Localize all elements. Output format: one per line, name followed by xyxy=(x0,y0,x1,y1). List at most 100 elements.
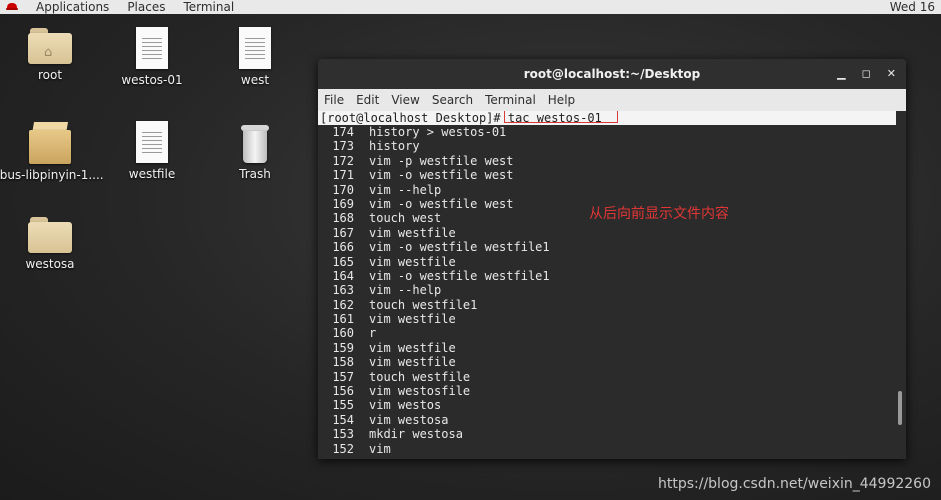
scrollbar-thumb[interactable] xyxy=(898,391,902,425)
menu-help[interactable]: Help xyxy=(548,93,575,107)
history-line: 156 vim westosfile xyxy=(318,384,550,398)
history-command: vim westosa xyxy=(369,412,449,427)
desktop-icon-root[interactable]: ⌂ root xyxy=(0,28,105,82)
history-command: history xyxy=(369,139,420,154)
desktop-icon-label: westfile xyxy=(128,167,176,181)
history-command: vim --help xyxy=(369,182,442,197)
history-number: 172 xyxy=(332,153,354,168)
folder-icon xyxy=(28,217,72,253)
history-output: 174 history > westos-01 173 history 172 vim -… xyxy=(318,125,550,456)
menu-edit[interactable]: Edit xyxy=(356,93,379,107)
places-menu[interactable]: Places xyxy=(127,1,165,13)
desktop-icon-label: west xyxy=(240,73,270,87)
terminal-menubar: File Edit View Search Terminal Help xyxy=(318,89,906,111)
history-line: 157 touch westfile xyxy=(318,370,550,384)
history-line: 152 vim xyxy=(318,442,550,456)
desktop-icon-label: westos-01 xyxy=(121,73,183,87)
history-command: vim -o westfile west xyxy=(369,168,514,183)
menu-view[interactable]: View xyxy=(391,93,419,107)
menu-file[interactable]: File xyxy=(324,93,344,107)
desktop-icon-westos-01[interactable]: westos-01 xyxy=(97,27,207,87)
history-command: r xyxy=(369,326,377,341)
history-number: 162 xyxy=(332,297,354,312)
history-line: 162 touch westfile1 xyxy=(318,298,550,312)
history-line: 166 vim -o westfile westfile1 xyxy=(318,240,550,255)
terminal-app-menu[interactable]: Terminal xyxy=(183,1,234,13)
desktop-icon-trash[interactable]: Trash xyxy=(200,123,310,181)
desktop-icon-ibus-libpinyin[interactable]: ibus-libpinyin-1.... xyxy=(0,120,105,182)
history-number: 164 xyxy=(332,268,354,283)
history-command: vim -p westfile west xyxy=(369,153,514,168)
history-number: 154 xyxy=(332,412,354,427)
maximize-icon[interactable]: ◻ xyxy=(862,67,871,80)
history-number: 165 xyxy=(332,254,354,269)
command-highlight-box xyxy=(504,111,618,123)
history-command: vim -o westfile westfile1 xyxy=(369,268,550,283)
terminal-output[interactable]: [root@localhost Desktop]# tac westos-01 … xyxy=(318,111,906,459)
history-command: vim westos xyxy=(369,398,442,413)
history-line: 168 touch west xyxy=(318,211,550,225)
history-command: mkdir westosa xyxy=(369,427,463,442)
history-command: vim --help xyxy=(369,283,442,298)
history-number: 173 xyxy=(332,139,354,154)
desktop-icon-west[interactable]: west xyxy=(200,27,310,87)
history-line: 159 vim westfile xyxy=(318,341,550,355)
history-command: touch westfile1 xyxy=(369,297,478,312)
applications-menu[interactable]: Applications xyxy=(36,1,109,13)
window-title: root@localhost:~/Desktop xyxy=(523,67,701,81)
history-number: 167 xyxy=(332,225,354,240)
history-number: 174 xyxy=(332,125,354,139)
history-line: 169 vim -o westfile west xyxy=(318,197,550,211)
history-line: 171 vim -o westfile west xyxy=(318,168,550,182)
redhat-logo-icon xyxy=(6,2,18,12)
history-line: 161 vim westfile xyxy=(318,312,550,326)
history-number: 170 xyxy=(332,182,354,197)
history-command: vim westfile xyxy=(369,340,456,355)
desktop-icon-label: westosa xyxy=(25,257,75,271)
history-command: vim xyxy=(369,441,391,456)
menu-terminal[interactable]: Terminal xyxy=(485,93,536,107)
watermark: https://blog.csdn.net/weixin_44992260 xyxy=(657,476,931,492)
text-file-icon xyxy=(136,27,168,69)
desktop-icon-westosa[interactable]: westosa xyxy=(0,217,105,271)
history-line: 174 history > westos-01 xyxy=(318,125,550,139)
history-number: 169 xyxy=(332,196,354,211)
clock[interactable]: Wed 16 xyxy=(890,1,935,13)
minimize-icon[interactable]: ▁ xyxy=(837,67,845,80)
history-line: 160 r xyxy=(318,326,550,340)
history-line: 165 vim westfile xyxy=(318,255,550,269)
history-command: touch west xyxy=(369,211,442,226)
history-command: vim westfile xyxy=(369,355,456,370)
window-controls: ▁ ◻ ✕ xyxy=(837,67,896,80)
history-number: 159 xyxy=(332,340,354,355)
history-number: 155 xyxy=(332,398,354,413)
history-number: 161 xyxy=(332,312,354,327)
history-line: 154 vim westosa xyxy=(318,413,550,427)
history-line: 173 history xyxy=(318,139,550,153)
history-line: 172 vim -p westfile west xyxy=(318,154,550,168)
history-command: touch westfile xyxy=(369,369,471,384)
history-number: 171 xyxy=(332,168,354,183)
menu-search[interactable]: Search xyxy=(432,93,473,107)
top-menu: Applications Places Terminal xyxy=(0,0,252,14)
history-line: 158 vim westfile xyxy=(318,355,550,369)
history-line: 167 vim westfile xyxy=(318,226,550,240)
history-number: 157 xyxy=(332,369,354,384)
history-number: 158 xyxy=(332,355,354,370)
history-line: 163 vim --help xyxy=(318,283,550,297)
annotation-text: 从后向前显示文件内容 xyxy=(589,206,729,222)
history-command: vim -o westfile westfile1 xyxy=(369,240,550,255)
history-number: 152 xyxy=(332,441,354,456)
desktop-icon-westfile[interactable]: westfile xyxy=(97,121,207,181)
home-folder-icon: ⌂ xyxy=(28,28,72,64)
close-icon[interactable]: ✕ xyxy=(887,67,896,80)
terminal-titlebar[interactable]: root@localhost:~/Desktop ▁ ◻ ✕ xyxy=(318,59,906,89)
history-line: 170 vim --help xyxy=(318,183,550,197)
history-number: 156 xyxy=(332,384,354,399)
terminal-window[interactable]: root@localhost:~/Desktop ▁ ◻ ✕ File Edit… xyxy=(318,59,906,459)
history-command: vim -o westfile west xyxy=(369,196,514,211)
history-line: 155 vim westos xyxy=(318,398,550,412)
history-number: 153 xyxy=(332,427,354,442)
shell-prompt: [root@localhost Desktop]# xyxy=(320,111,508,125)
desktop-icon-label: Trash xyxy=(239,167,271,181)
